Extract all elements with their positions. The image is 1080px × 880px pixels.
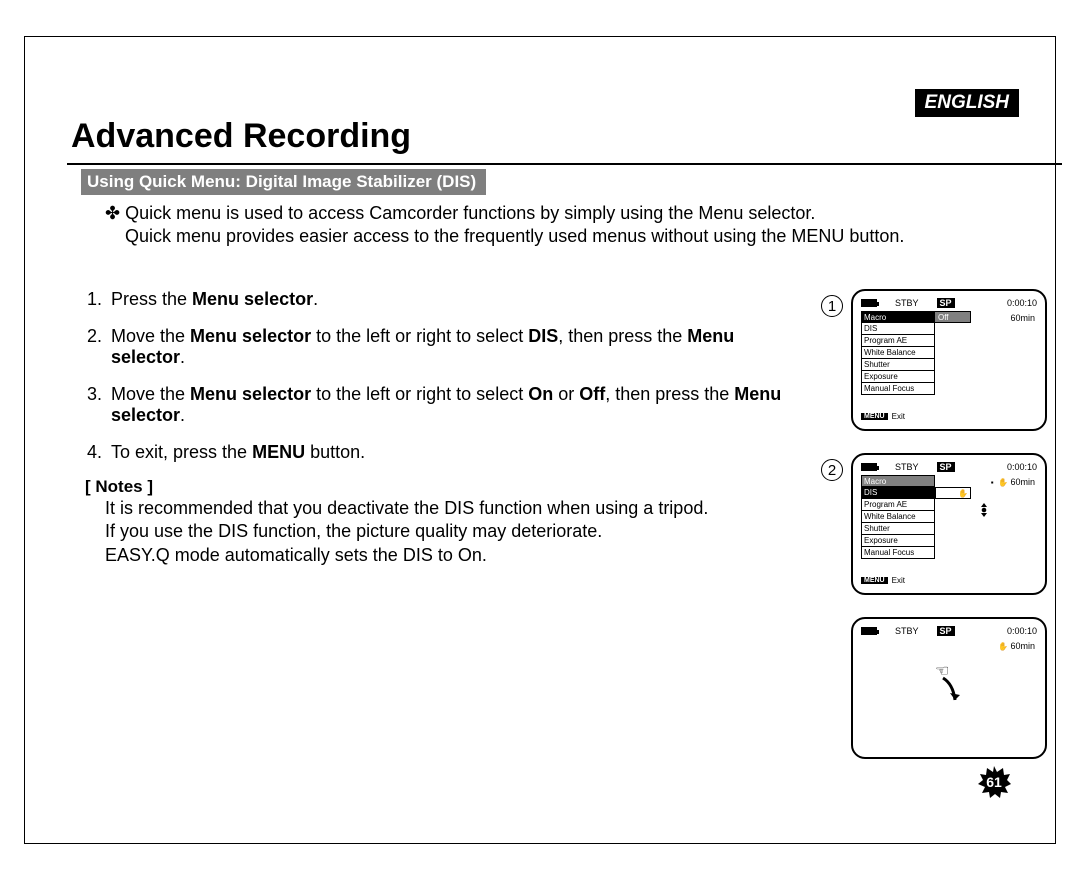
intro-line-2: Quick menu provides easier access to the…: [125, 226, 904, 246]
lcd-panel-2: STBY SP 0:00:10 ▪ ✋ 60min Macro DIS Prog…: [851, 453, 1047, 595]
lcd2-exit: MENU Exit: [861, 576, 905, 585]
remain-time: ✋ 60min: [998, 641, 1035, 651]
menu-item-wb: White Balance: [861, 511, 935, 523]
stby-label: STBY: [895, 462, 919, 472]
step-1: Press the Menu selector.: [107, 289, 805, 310]
callout-circle-2: 2: [821, 459, 843, 481]
sp-badge: SP: [937, 626, 955, 636]
title-rule: [67, 163, 1062, 165]
lcd2-menu: Macro DIS Program AE White Balance Shutt…: [861, 475, 935, 559]
lcd1-menu: Macro DIS Program AE White Balance Shutt…: [861, 311, 935, 395]
menu-badge: MENU: [861, 577, 888, 584]
step-4: To exit, press the MENU button.: [107, 442, 805, 463]
hand-pointer-icon: ☜: [929, 662, 969, 708]
menu-item-programae: Program AE: [861, 499, 935, 511]
menu-item-dis: DIS: [861, 323, 935, 335]
timecode: 0:00:10: [1007, 298, 1037, 308]
lcd1-value-col: Off: [935, 311, 971, 323]
lcd2-topbar: STBY SP 0:00:10: [861, 461, 1037, 473]
remain-time: 60min: [1010, 313, 1035, 323]
hand-icon: ✋: [958, 488, 968, 500]
menu-item-wb: White Balance: [861, 347, 935, 359]
page-number-badge: 61: [977, 765, 1011, 799]
intro-line-1: Quick menu is used to access Camcorder f…: [125, 203, 815, 223]
menu-item-macro: Macro: [861, 311, 935, 323]
exit-label: Exit: [892, 412, 905, 421]
battery-icon: [861, 627, 877, 635]
sp-badge: SP: [937, 462, 955, 472]
menu-item-exposure: Exposure: [861, 535, 935, 547]
timecode: 0:00:10: [1007, 626, 1037, 636]
menu-item-shutter: Shutter: [861, 523, 935, 535]
menu-item-programae: Program AE: [861, 335, 935, 347]
page-title: Advanced Recording: [71, 117, 411, 156]
menu-badge: MENU: [861, 413, 888, 420]
svg-text:☜: ☜: [935, 663, 949, 680]
lcd1-topbar: STBY SP 0:00:10: [861, 297, 1037, 309]
step-2: Move the Menu selector to the left or ri…: [107, 326, 805, 368]
stby-label: STBY: [895, 298, 919, 308]
battery-icon: [861, 299, 877, 307]
menu-value-off: Off: [935, 311, 971, 323]
menu-value-on: On: [939, 489, 950, 498]
menu-item-mf: Manual Focus: [861, 383, 935, 395]
lcd2-value-col: On ✋: [935, 487, 971, 500]
lcd-panel-1: STBY SP 0:00:10 60min Macro DIS Program …: [851, 289, 1047, 431]
menu-item-macro: Macro: [861, 475, 935, 487]
menu-item-mf: Manual Focus: [861, 547, 935, 559]
intro-text: ✤ Quick menu is used to access Camcorder…: [105, 202, 1005, 249]
section-subtitle: Using Quick Menu: Digital Image Stabiliz…: [81, 169, 486, 195]
note-3: EASY.Q mode automatically sets the DIS t…: [105, 545, 487, 565]
manual-page: ENGLISH Advanced Recording Using Quick M…: [24, 36, 1056, 844]
lcd3-topbar: STBY SP 0:00:10: [861, 625, 1037, 637]
notes-body: It is recommended that you deactivate th…: [105, 497, 805, 567]
step-list: Press the Menu selector. Move the Menu s…: [85, 289, 805, 479]
note-1: It is recommended that you deactivate th…: [105, 498, 708, 518]
menu-item-dis: DIS: [861, 487, 935, 499]
menu-item-exposure: Exposure: [861, 371, 935, 383]
lcd-panel-3: STBY SP 0:00:10 ✋ 60min ☜: [851, 617, 1047, 759]
notes-heading: [ Notes ]: [85, 477, 153, 497]
remain-time: ▪ ✋ 60min: [991, 477, 1035, 487]
step-3: Move the Menu selector to the left or ri…: [107, 384, 805, 426]
timecode: 0:00:10: [1007, 462, 1037, 472]
sp-badge: SP: [937, 298, 955, 308]
note-2: If you use the DIS function, the picture…: [105, 521, 602, 541]
language-badge: ENGLISH: [915, 89, 1019, 117]
exit-label: Exit: [892, 576, 905, 585]
stby-label: STBY: [895, 626, 919, 636]
callout-circle-1: 1: [821, 295, 843, 317]
menu-item-shutter: Shutter: [861, 359, 935, 371]
battery-icon: [861, 463, 877, 471]
lcd1-exit: MENU Exit: [861, 412, 905, 421]
nav-arrows-icon: [977, 503, 991, 520]
page-number: 61: [977, 765, 1011, 799]
